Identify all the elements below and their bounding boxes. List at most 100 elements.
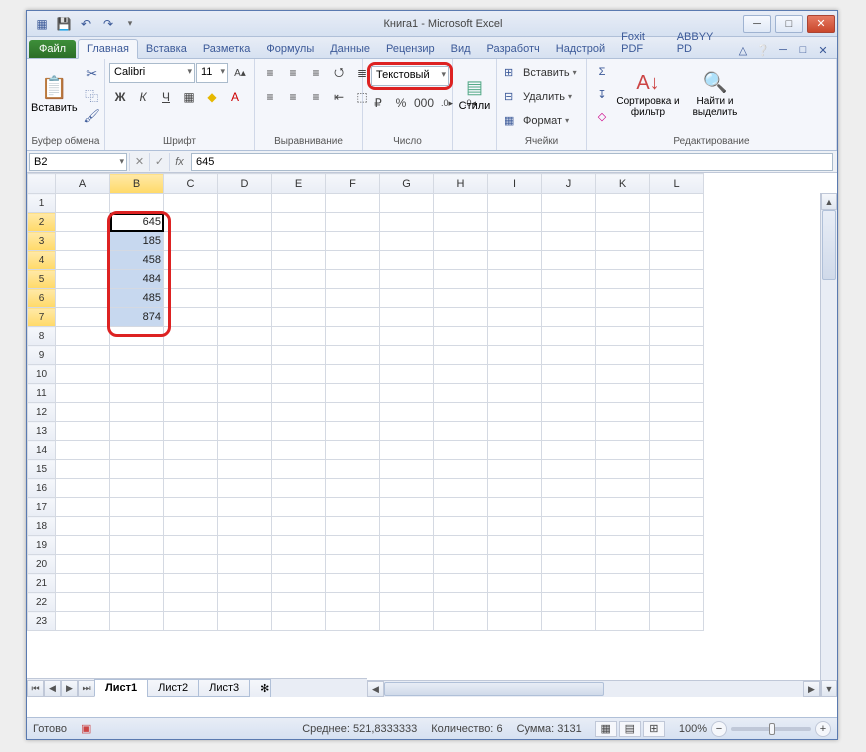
name-box[interactable]: B2 [29, 153, 127, 171]
cell[interactable]: 874 [110, 308, 164, 327]
cell[interactable] [326, 536, 380, 555]
cell[interactable] [110, 555, 164, 574]
cell[interactable] [272, 555, 326, 574]
cell[interactable] [488, 213, 542, 232]
worksheet-grid[interactable]: ABCDEFGHIJKL1264531854458548464857874891… [27, 173, 704, 631]
border-icon[interactable]: ▦ [178, 87, 200, 107]
cell[interactable] [434, 612, 488, 631]
tab-view[interactable]: Вид [443, 40, 479, 58]
cell[interactable] [164, 574, 218, 593]
cell[interactable] [56, 593, 110, 612]
cell[interactable] [542, 327, 596, 346]
cell[interactable] [326, 270, 380, 289]
autosum-icon[interactable]: Σ [591, 62, 613, 82]
cell[interactable] [650, 365, 704, 384]
cell[interactable] [596, 612, 650, 631]
cell[interactable] [596, 555, 650, 574]
cell[interactable] [488, 517, 542, 536]
sheet-nav-last-icon[interactable]: ⏭ [78, 680, 95, 697]
cell[interactable] [272, 403, 326, 422]
cell[interactable] [650, 422, 704, 441]
cell[interactable] [272, 365, 326, 384]
cell[interactable]: 185 [110, 232, 164, 251]
cell[interactable] [380, 346, 434, 365]
cell[interactable] [110, 460, 164, 479]
cell[interactable] [110, 346, 164, 365]
cell[interactable] [434, 384, 488, 403]
cell[interactable] [164, 460, 218, 479]
cell[interactable] [380, 422, 434, 441]
cell[interactable] [326, 441, 380, 460]
cell[interactable] [434, 194, 488, 213]
row-header[interactable]: 1 [28, 194, 56, 213]
tab-addins[interactable]: Надстрой [548, 40, 613, 58]
cell[interactable] [434, 365, 488, 384]
cell[interactable] [650, 308, 704, 327]
doc-close-icon[interactable]: ✕ [815, 42, 831, 58]
cell[interactable] [56, 498, 110, 517]
row-header[interactable]: 12 [28, 403, 56, 422]
cell[interactable] [56, 460, 110, 479]
cell[interactable] [164, 479, 218, 498]
cell[interactable] [218, 460, 272, 479]
cell[interactable] [650, 498, 704, 517]
row-header[interactable]: 23 [28, 612, 56, 631]
cell[interactable] [272, 232, 326, 251]
cell[interactable] [542, 498, 596, 517]
row-header[interactable]: 14 [28, 441, 56, 460]
paste-button[interactable]: 📋 Вставить [31, 62, 78, 128]
doc-restore-icon[interactable]: □ [795, 42, 811, 58]
clear-icon[interactable]: ◇ [591, 106, 613, 126]
cell[interactable] [218, 536, 272, 555]
cell[interactable] [56, 289, 110, 308]
cell[interactable] [326, 479, 380, 498]
cell[interactable] [596, 460, 650, 479]
cell[interactable] [326, 574, 380, 593]
tab-developer[interactable]: Разработч [479, 40, 548, 58]
cell[interactable] [596, 346, 650, 365]
cell[interactable] [542, 460, 596, 479]
cell[interactable] [434, 593, 488, 612]
cell[interactable] [164, 251, 218, 270]
fx-icon[interactable]: fx [169, 153, 189, 171]
cell[interactable] [650, 251, 704, 270]
cell[interactable] [488, 346, 542, 365]
cell[interactable] [542, 403, 596, 422]
cell[interactable] [272, 213, 326, 232]
cell[interactable] [596, 365, 650, 384]
cell[interactable] [164, 422, 218, 441]
cell[interactable] [110, 479, 164, 498]
col-header[interactable]: H [434, 174, 488, 194]
cell[interactable] [56, 555, 110, 574]
cell[interactable] [272, 422, 326, 441]
comma-icon[interactable]: 000 [413, 93, 435, 113]
col-header[interactable]: J [542, 174, 596, 194]
cell[interactable] [56, 327, 110, 346]
row-header[interactable]: 6 [28, 289, 56, 308]
cell[interactable] [380, 612, 434, 631]
cell[interactable] [488, 574, 542, 593]
cell[interactable] [218, 327, 272, 346]
cell[interactable] [650, 441, 704, 460]
row-header[interactable]: 8 [28, 327, 56, 346]
cell[interactable] [650, 479, 704, 498]
row-header[interactable]: 21 [28, 574, 56, 593]
cell[interactable] [434, 403, 488, 422]
col-header[interactable]: I [488, 174, 542, 194]
cell[interactable] [596, 194, 650, 213]
cell[interactable] [650, 327, 704, 346]
cell[interactable] [650, 403, 704, 422]
macro-rec-icon[interactable]: ▣ [81, 722, 91, 735]
cell[interactable] [272, 251, 326, 270]
cell[interactable] [380, 536, 434, 555]
cell[interactable] [650, 593, 704, 612]
cell[interactable] [326, 384, 380, 403]
cell[interactable] [326, 194, 380, 213]
col-header[interactable]: B [110, 174, 164, 194]
new-sheet-button[interactable]: ✻ [249, 679, 271, 698]
cell[interactable] [596, 289, 650, 308]
col-header[interactable]: C [164, 174, 218, 194]
cell[interactable] [218, 251, 272, 270]
font-color-icon[interactable]: A [224, 87, 246, 107]
cell[interactable] [380, 498, 434, 517]
